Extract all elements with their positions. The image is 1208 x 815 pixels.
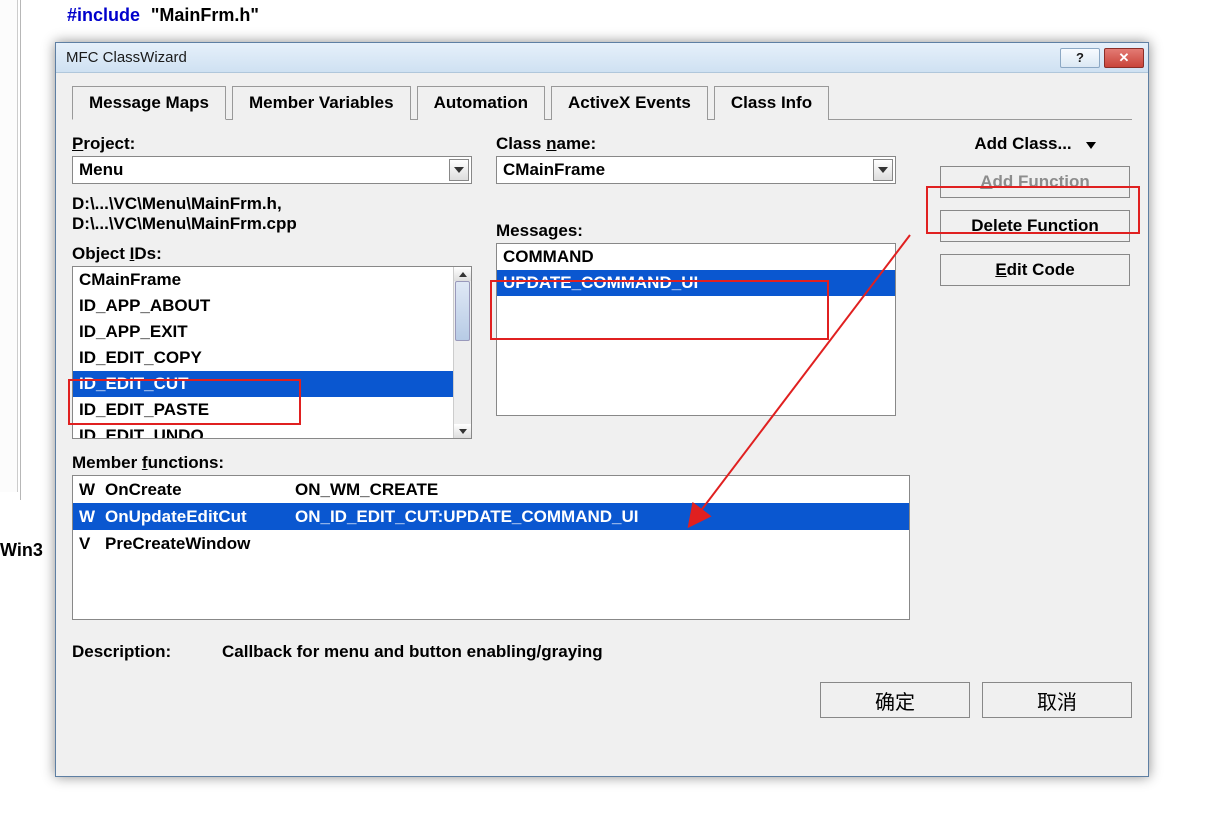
- list-item[interactable]: ID_APP_EXIT: [73, 319, 471, 345]
- project-value: Menu: [79, 160, 123, 180]
- ok-button[interactable]: 确定: [820, 682, 970, 718]
- scrollbar[interactable]: [453, 267, 471, 438]
- objectids-listbox[interactable]: CMainFrame ID_APP_ABOUT ID_APP_EXIT ID_E…: [72, 266, 472, 439]
- table-row[interactable]: V PreCreateWindow: [73, 530, 909, 557]
- code-keyword: #include: [67, 5, 140, 25]
- classname-label: Class name:: [496, 134, 896, 154]
- tab-bar: Message Maps Member Variables Automation…: [72, 85, 1132, 120]
- file-path: D:\...\VC\Menu\MainFrm.h, D:\...\VC\Menu…: [72, 194, 472, 234]
- classname-value: CMainFrame: [503, 160, 605, 180]
- project-label: Project:: [72, 134, 472, 154]
- code-line: #include "MainFrm.h": [67, 5, 259, 27]
- table-row[interactable]: W OnUpdateEditCut ON_ID_EDIT_CUT:UPDATE_…: [73, 503, 909, 530]
- memberfns-listbox[interactable]: W OnCreate ON_WM_CREATE W OnUpdateEditCu…: [72, 475, 910, 620]
- description-row: Description: Callback for menu and butto…: [72, 642, 1132, 662]
- list-item[interactable]: ID_EDIT_PASTE: [73, 397, 471, 423]
- code-filename: "MainFrm.h": [151, 5, 259, 25]
- window-title: MFC ClassWizard: [66, 49, 187, 66]
- chevron-down-icon: [1086, 134, 1096, 154]
- tab-class-info[interactable]: Class Info: [714, 86, 829, 120]
- list-item[interactable]: COMMAND: [497, 244, 895, 270]
- messages-listbox[interactable]: COMMAND UPDATE_COMMAND_UI: [496, 243, 896, 416]
- description-label: Description:: [72, 642, 222, 662]
- classname-combo[interactable]: CMainFrame: [496, 156, 896, 184]
- chevron-down-icon[interactable]: [449, 159, 469, 181]
- chevron-down-icon[interactable]: [873, 159, 893, 181]
- add-class-button[interactable]: Add Class...: [940, 134, 1130, 154]
- tab-message-maps[interactable]: Message Maps: [72, 86, 226, 120]
- list-item[interactable]: ID_EDIT_COPY: [73, 345, 471, 371]
- titlebar[interactable]: MFC ClassWizard ? ✕: [56, 43, 1148, 73]
- classwizard-dialog: MFC ClassWizard ? ✕ Message Maps Member …: [55, 42, 1149, 777]
- description-text: Callback for menu and button enabling/gr…: [222, 642, 603, 662]
- editor-splitter: [15, 0, 21, 500]
- background-text: Win3: [0, 540, 43, 561]
- cancel-button[interactable]: 取消: [982, 682, 1132, 718]
- list-item[interactable]: CMainFrame: [73, 267, 471, 293]
- tab-automation[interactable]: Automation: [417, 86, 545, 120]
- project-combo[interactable]: Menu: [72, 156, 472, 184]
- close-button[interactable]: ✕: [1104, 48, 1144, 68]
- delete-function-button[interactable]: Delete Function: [940, 210, 1130, 242]
- list-item[interactable]: UPDATE_COMMAND_UI: [497, 270, 895, 296]
- list-item[interactable]: ID_EDIT_UNDO: [73, 423, 471, 439]
- list-item[interactable]: ID_EDIT_CUT: [73, 371, 471, 397]
- tab-activex-events[interactable]: ActiveX Events: [551, 86, 708, 120]
- add-function-button[interactable]: Add Function: [940, 166, 1130, 198]
- scroll-down-icon[interactable]: [454, 424, 471, 438]
- memberfns-label: Member functions:: [72, 453, 1132, 473]
- edit-code-button[interactable]: Edit Code: [940, 254, 1130, 286]
- help-button[interactable]: ?: [1060, 48, 1100, 68]
- messages-label: Messages:: [496, 221, 896, 241]
- tab-member-variables[interactable]: Member Variables: [232, 86, 411, 120]
- objectids-label: Object IDs:: [72, 244, 472, 264]
- scroll-thumb[interactable]: [455, 281, 470, 341]
- list-item[interactable]: ID_APP_ABOUT: [73, 293, 471, 319]
- table-row[interactable]: W OnCreate ON_WM_CREATE: [73, 476, 909, 503]
- scroll-up-icon[interactable]: [454, 267, 471, 281]
